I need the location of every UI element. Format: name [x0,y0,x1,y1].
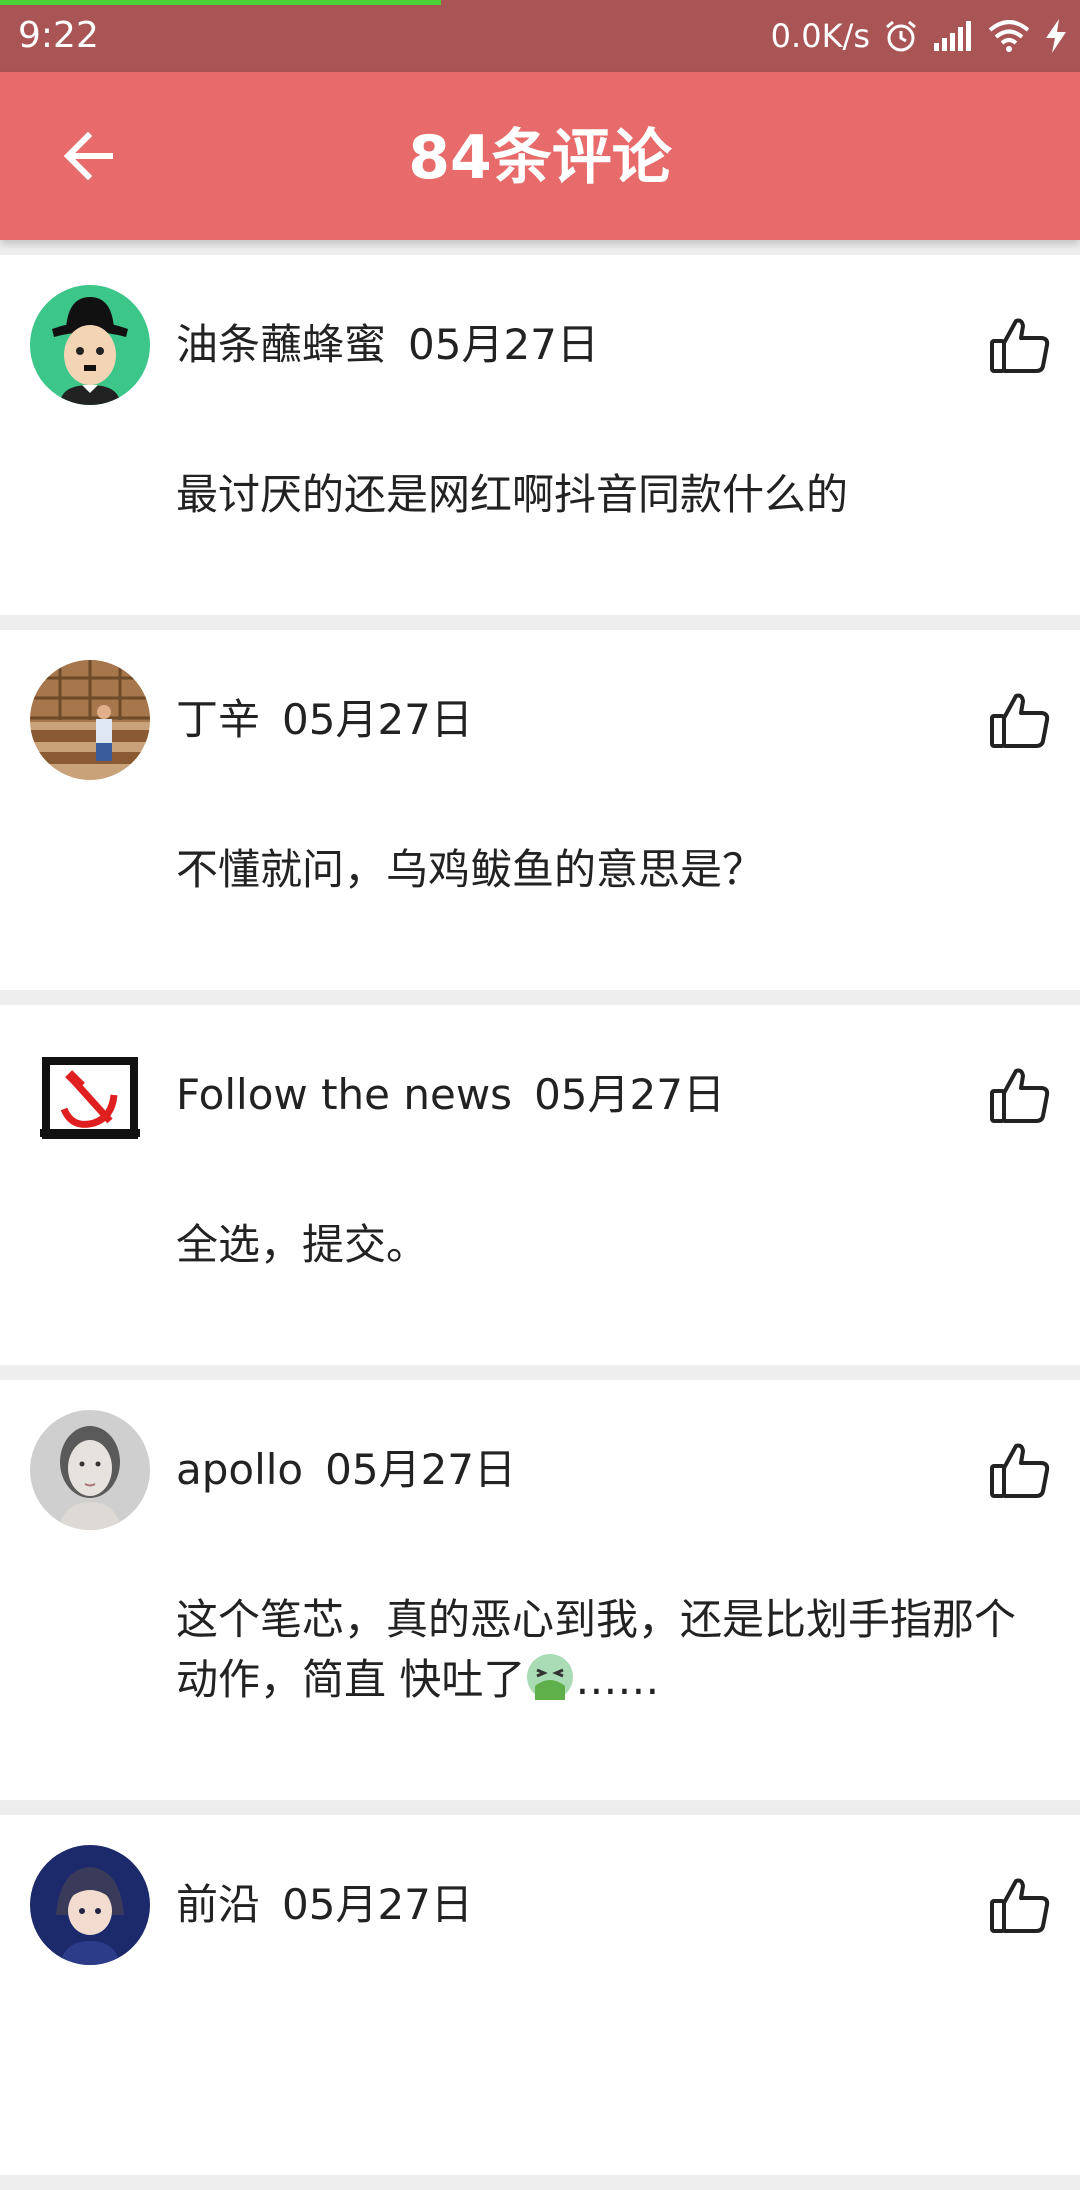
wifi-icon [988,20,1030,52]
comment-header: 丁辛 05月27日 [176,692,473,748]
thumbs-up-icon [990,1443,1050,1498]
app-bar: 84条评论 [0,72,1080,240]
comment-text: 最讨厌的还是网红啊抖音同款什么的 [176,470,849,519]
like-button[interactable] [988,313,1052,377]
like-button[interactable] [988,1063,1052,1127]
comment-header: 油条蘸蜂蜜 05月27日 [176,317,599,373]
comment-author[interactable]: Follow the news [176,1070,512,1119]
comment-text-suffix: …… [575,1655,660,1704]
comment-list: 油条蘸蜂蜜 05月27日 最讨厌的还是网红啊抖音同款什么的 丁辛 05月27日 … [0,255,1080,2190]
status-bar: 9:22 0.0K/s [0,0,1080,72]
comment-date: 05月27日 [282,1880,473,1929]
comment-item: Follow the news 05月27日 全选，提交。 [0,1005,1080,1365]
status-icons: 0.0K/s [771,14,1068,58]
thumbs-up-icon [990,1068,1050,1123]
comment-header: 前沿 05月27日 [176,1877,473,1933]
charging-icon [1044,19,1068,53]
comment-text: 不懂就问，乌鸡鲅鱼的意思是？ [176,845,765,894]
page-title: 84条评论 [408,123,672,193]
comment-header: apollo 05月27日 [176,1442,516,1498]
comment-item: 前沿 05月27日 [0,1815,1080,2175]
comment-date: 05月27日 [534,1070,725,1119]
comment-date: 05月27日 [408,320,599,369]
signal-icon [932,21,974,51]
comment-item: apollo 05月27日 这个笔芯，真的恶心到我，还是比划手指那个动作，简直 快… [0,1380,1080,1800]
anime-character-avatar[interactable] [30,1845,150,1965]
comment-item: 丁辛 05月27日 不懂就问，乌鸡鲅鱼的意思是？ [0,630,1080,990]
comment-date: 05月27日 [325,1445,517,1494]
comment-author[interactable]: 油条蘸蜂蜜 [176,320,386,369]
woman-portrait-avatar[interactable] [30,1410,150,1530]
status-time: 9:22 [18,15,99,56]
comment-author[interactable]: 前沿 [176,1880,260,1929]
comment-author[interactable]: 丁辛 [176,695,260,744]
alarm-icon [884,19,918,53]
comment-item: 油条蘸蜂蜜 05月27日 最讨厌的还是网红啊抖音同款什么的 [0,255,1080,615]
thumbs-up-icon [990,1878,1050,1933]
comment-header: Follow the news 05月27日 [176,1067,725,1123]
thumbs-up-icon [990,318,1050,373]
thumbs-up-icon [990,693,1050,748]
loading-progress-line [0,0,441,5]
hammer-sickle-logo-avatar[interactable] [30,1035,150,1155]
comment-author[interactable]: apollo [176,1445,303,1494]
comment-date: 05月27日 [282,695,473,744]
cartoon-man-avatar[interactable] [30,285,150,405]
like-button[interactable] [988,1438,1052,1502]
like-button[interactable] [988,688,1052,752]
comment-text: 这个笔芯，真的恶心到我，还是比划手指那个动作，简直 快吐了 …… [176,1590,1016,1718]
vomiting-face-emoji [525,1652,575,1718]
bookshelf-photo-avatar[interactable] [30,660,150,780]
comment-text: 全选，提交。 [176,1220,429,1269]
network-speed: 0.0K/s [770,17,870,55]
like-button[interactable] [988,1873,1052,1937]
